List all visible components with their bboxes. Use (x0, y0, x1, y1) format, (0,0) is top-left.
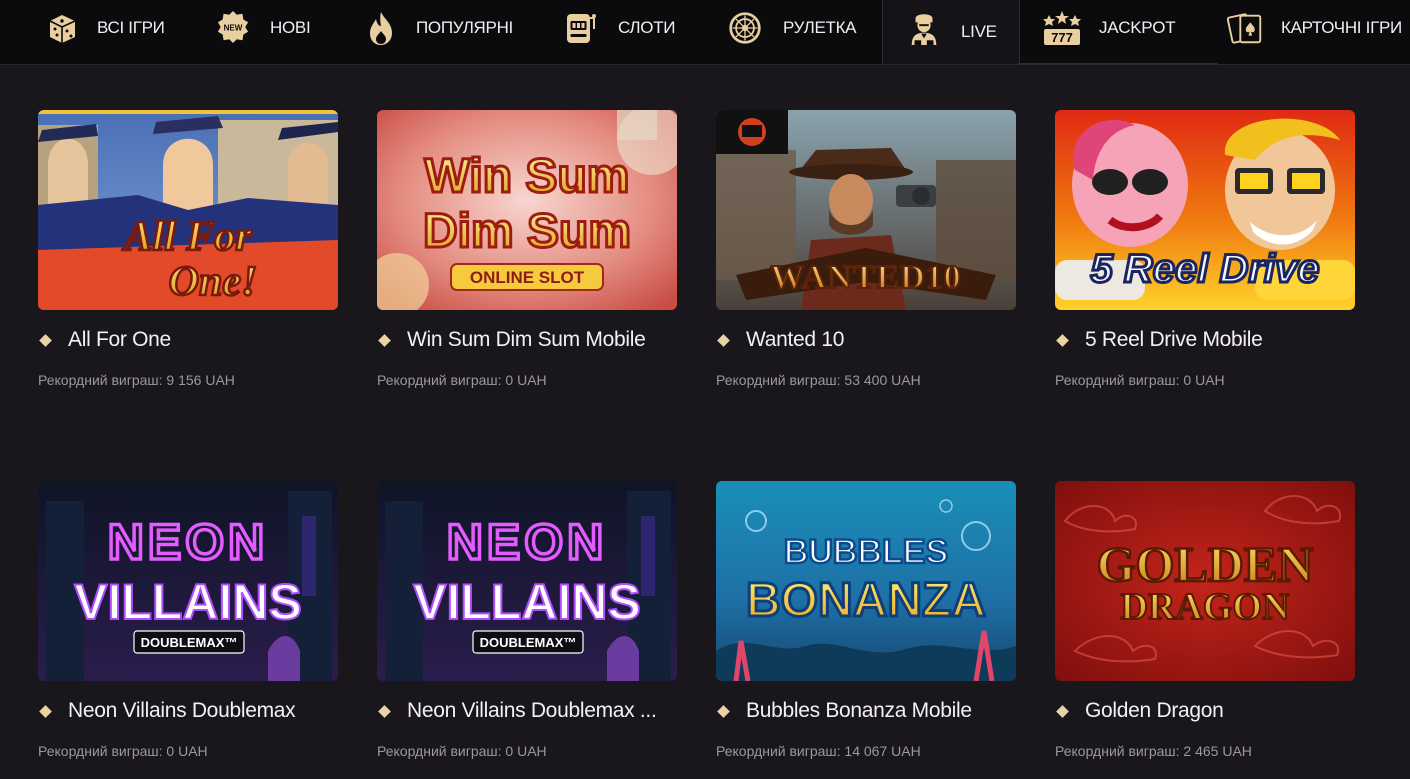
game-thumbnail[interactable]: BUBBLES BONANZA (716, 481, 1016, 681)
art-title-line2: One! (169, 259, 258, 305)
nav-label: РУЛЕТКА (783, 18, 857, 37)
game-title-row: 5 Reel Drive Mobile (1055, 328, 1365, 352)
game-thumbnail[interactable]: WANTED10 (716, 110, 1016, 310)
game-thumbnail[interactable]: All For One! (38, 110, 338, 310)
diamond-icon (39, 704, 52, 718)
game-card: GOLDEN DRAGON Golden Dragon Рекордний ви… (1055, 481, 1355, 759)
nav-divider (1018, 63, 1218, 65)
nav-label: LIVE (961, 22, 997, 41)
art-title-line2: DRAGON (1121, 586, 1290, 628)
game-title-row: Neon Villains Doublemax ... (377, 699, 687, 723)
nav-label: НОВІ (270, 18, 311, 37)
game-thumbnail[interactable]: NEON VILLAINS DOUBLEMAX™ (38, 481, 338, 681)
art-title-line2: BONANZA (746, 574, 986, 627)
record-win: Рекордний виграш: 2 465 UAH (1055, 743, 1252, 759)
nav-item-slots[interactable]: СЛОТИ (562, 0, 702, 56)
slot-machine-icon (567, 14, 596, 43)
dice-icon (49, 15, 76, 43)
roulette-icon (729, 12, 761, 44)
game-title-row: Wanted 10 (716, 328, 1026, 352)
nav-item-live[interactable]: LIVE (882, 0, 1020, 64)
diamond-icon (1056, 704, 1069, 718)
art-subtitle: ONLINE SLOT (470, 268, 585, 287)
game-card: Win Sum Dim Sum ONLINE SLOT Win Sum Dim … (377, 110, 677, 388)
game-thumbnail[interactable]: Win Sum Dim Sum ONLINE SLOT (377, 110, 677, 310)
cards-icon (1226, 13, 1262, 44)
art-title-line1: NEON (447, 514, 607, 570)
game-title[interactable]: 5 Reel Drive Mobile (1085, 328, 1263, 352)
art-subtitle: DOUBLEMAX™ (480, 635, 577, 650)
live-dealer-icon (911, 14, 937, 45)
diamond-icon (378, 333, 391, 347)
nav-label: СЛОТИ (618, 18, 676, 37)
jackpot-badge-text: 777 (1051, 30, 1073, 45)
art-title-line2: VILLAINS (74, 574, 302, 630)
art-title: 5 Reel Drive (1090, 247, 1319, 291)
new-badge-icon: NEW (217, 10, 249, 44)
art-title-line1: NEON (108, 514, 268, 570)
diamond-icon (717, 333, 730, 347)
game-thumbnail[interactable]: NEON VILLAINS DOUBLEMAX™ (377, 481, 677, 681)
record-win: Рекордний виграш: 53 400 UAH (716, 372, 921, 388)
art-title-line2: Dim Sum (423, 205, 631, 258)
nav-item-roulette[interactable]: РУЛЕТКА (728, 0, 873, 56)
record-win: Рекордний виграш: 0 UAH (377, 743, 547, 759)
art-title-line1: All For (121, 214, 252, 260)
record-win: Рекордний виграш: 14 067 UAH (716, 743, 921, 759)
nav-item-new[interactable]: NEW НОВІ (214, 0, 334, 56)
game-card: NEON VILLAINS DOUBLEMAX™ Neon Villains D… (38, 481, 338, 759)
game-title[interactable]: Bubbles Bonanza Mobile (746, 699, 972, 723)
new-badge-text: NEW (224, 23, 243, 32)
nav-label: ПОПУЛЯРНІ (416, 18, 513, 37)
art-title-line2: VILLAINS (413, 574, 641, 630)
game-title[interactable]: Neon Villains Doublemax (68, 699, 296, 723)
game-card: BUBBLES BONANZA Bubbles Bonanza Mobile Р… (716, 481, 1016, 759)
game-title[interactable]: Golden Dragon (1085, 699, 1224, 723)
record-win: Рекордний виграш: 0 UAH (377, 372, 547, 388)
art-title-line1: Win Sum (425, 150, 630, 203)
game-title-row: Neon Villains Doublemax (38, 699, 348, 723)
game-title-row: Golden Dragon (1055, 699, 1365, 723)
art-title-line1: GOLDEN (1097, 536, 1314, 592)
game-title[interactable]: Wanted 10 (746, 328, 844, 352)
game-title-row: Bubbles Bonanza Mobile (716, 699, 1026, 723)
nav-label: КАРТОЧНІ ІГРИ (1281, 18, 1402, 37)
flame-icon (370, 12, 392, 45)
game-title[interactable]: All For One (68, 328, 171, 352)
game-title-row: Win Sum Dim Sum Mobile (377, 328, 687, 352)
game-card: 5 Reel Drive 5 Reel Drive Mobile Рекордн… (1055, 110, 1355, 388)
game-title[interactable]: Neon Villains Doublemax ... (407, 699, 657, 723)
game-card: All For One! All For One Рекордний вигра… (38, 110, 338, 388)
game-title-row: All For One (38, 328, 348, 352)
diamond-icon (378, 704, 391, 718)
nav-item-card-games[interactable]: КАРТОЧНІ ІГРИ (1226, 0, 1410, 56)
nav-item-jackpot[interactable]: 777 JACKPOT (1042, 0, 1202, 56)
nav-item-all-games[interactable]: ВСІ ІГРИ (40, 0, 190, 56)
record-win: Рекордний виграш: 0 UAH (38, 743, 208, 759)
record-win: Рекордний виграш: 9 156 UAH (38, 372, 235, 388)
art-subtitle: DOUBLEMAX™ (141, 635, 238, 650)
nav-item-popular[interactable]: ПОПУЛЯРНІ (364, 0, 534, 56)
game-card: NEON VILLAINS DOUBLEMAX™ Neon Villains D… (377, 481, 677, 759)
game-thumbnail[interactable]: 5 Reel Drive (1055, 110, 1355, 310)
art-title-line1: BUBBLES (784, 533, 948, 571)
nav-label: ВСІ ІГРИ (97, 18, 165, 37)
record-win: Рекордний виграш: 0 UAH (1055, 372, 1225, 388)
category-nav: ВСІ ІГРИ NEW НОВІ ПОПУЛЯРНІ СЛОТИ РУЛЕТК… (0, 0, 1410, 65)
game-title[interactable]: Win Sum Dim Sum Mobile (407, 328, 646, 352)
diamond-icon (1056, 333, 1069, 347)
game-card: WANTED10 Wanted 10 Рекордний виграш: 53 … (716, 110, 1016, 388)
jackpot-777-icon: 777 (1043, 11, 1081, 45)
diamond-icon (717, 704, 730, 718)
game-thumbnail[interactable]: GOLDEN DRAGON (1055, 481, 1355, 681)
nav-label: JACKPOT (1099, 18, 1176, 37)
art-title: WANTED10 (770, 259, 961, 296)
diamond-icon (39, 333, 52, 347)
